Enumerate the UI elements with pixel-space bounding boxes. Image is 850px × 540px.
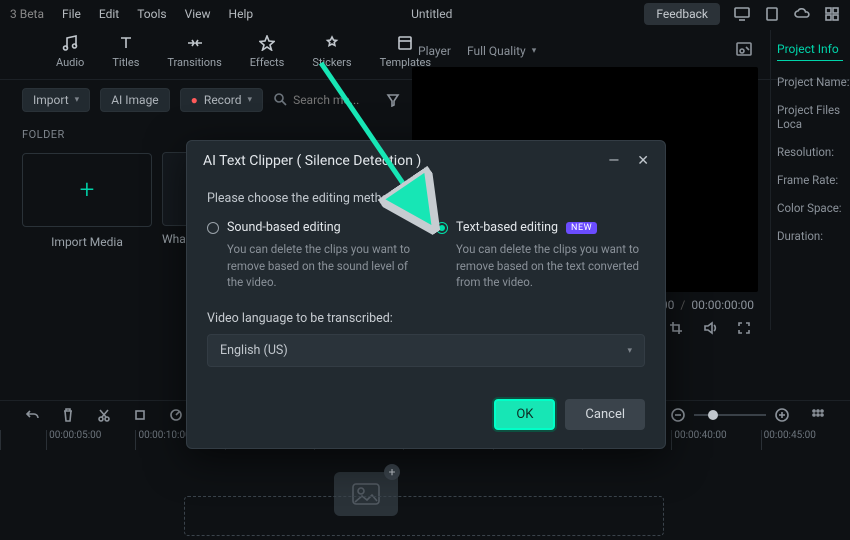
field-label: Project Files Loca [777, 103, 850, 131]
monitor-icon[interactable] [734, 6, 750, 22]
option-title: Text-based editing [456, 220, 558, 235]
plus-icon: + [80, 175, 95, 205]
chevron-down-icon: ▾ [532, 46, 537, 56]
dialog-prompt: Please choose the editing method: [207, 191, 645, 206]
feedback-button[interactable]: Feedback [644, 3, 720, 25]
field-label: Color Space: [777, 201, 850, 215]
menu-view[interactable]: View [185, 7, 211, 21]
record-dropdown[interactable]: ●Record▾ [180, 88, 263, 112]
search-icon [273, 92, 287, 109]
chevron-down-icon: ▾ [248, 95, 253, 105]
app-menubar: 3 Beta File Edit Tools View Help Untitle… [0, 0, 850, 28]
cloud-icon[interactable] [794, 6, 810, 22]
tooltab-stickers[interactable]: Stickers [312, 34, 351, 69]
import-media-card[interactable]: + Import Media [22, 152, 152, 250]
option-title: Sound-based editing [227, 220, 341, 235]
quality-dropdown[interactable]: Full Quality▾ [467, 44, 536, 58]
menu-file[interactable]: File [62, 7, 81, 21]
filter-icon[interactable] [383, 90, 403, 110]
crop-icon[interactable] [666, 318, 686, 338]
radio-unselected-icon[interactable] [207, 222, 219, 234]
folder-heading: FOLDER [22, 128, 65, 141]
speed-icon[interactable] [166, 405, 186, 425]
field-label: Resolution: [777, 145, 850, 159]
ok-button[interactable]: OK [494, 399, 555, 430]
volume-icon[interactable] [700, 318, 720, 338]
import-media-label: Import Media [51, 235, 123, 249]
new-badge: NEW [566, 222, 597, 234]
zoom-slider[interactable] [694, 414, 766, 416]
device-icon[interactable] [764, 6, 780, 22]
tooltab-audio[interactable]: Audio [56, 34, 84, 69]
minimize-icon[interactable]: — [608, 153, 619, 169]
tooltab-label: Transitions [167, 56, 221, 69]
transition-icon [185, 34, 205, 52]
option-sound-based[interactable]: Sound-based editing You can delete the c… [207, 220, 416, 291]
tooltab-effects[interactable]: Effects [250, 34, 285, 69]
track-options-icon[interactable] [808, 405, 828, 425]
project-title: Untitled [411, 7, 452, 21]
timeline-zoom[interactable] [668, 405, 792, 425]
search-input[interactable] [293, 93, 373, 107]
language-label: Video language to be transcribed: [207, 311, 645, 326]
dialog-title: AI Text Clipper ( Silence Detection ) [203, 153, 421, 169]
ruler-tick: 00:00:40:00 [671, 430, 760, 450]
chevron-down-icon: ▾ [75, 95, 80, 105]
inspector-tab-project-info[interactable]: Project Info [777, 38, 843, 61]
zoom-in-icon[interactable] [772, 405, 792, 425]
tooltab-titles[interactable]: Titles [112, 34, 139, 69]
ai-text-clipper-dialog: AI Text Clipper ( Silence Detection ) — … [186, 140, 666, 449]
inspector-panel: Project Info Project Name: Project Files… [770, 30, 850, 330]
add-clip-icon[interactable]: + [384, 464, 400, 480]
language-select[interactable]: English (US) ▾ [207, 334, 645, 367]
chevron-down-icon: ▾ [627, 346, 632, 356]
crop-tool-icon[interactable] [130, 405, 150, 425]
timeline-drop-zone[interactable] [184, 496, 664, 536]
fx-icon [257, 34, 277, 52]
ai-image-button[interactable]: AI Image [100, 88, 169, 112]
undo-icon[interactable] [22, 405, 42, 425]
grid-icon[interactable] [824, 6, 840, 22]
language-value: English (US) [220, 343, 288, 358]
menu-tools[interactable]: Tools [137, 7, 166, 21]
import-dropdown[interactable]: Import▾ [22, 88, 90, 112]
ruler-tick: 00:00:45:00 [761, 430, 850, 450]
sticker-icon [322, 34, 342, 52]
tooltab-label: Effects [250, 56, 285, 69]
option-description: You can delete the clips you want to rem… [456, 241, 645, 291]
option-text-based[interactable]: Text-based editing NEW You can delete th… [436, 220, 645, 291]
tooltab-transitions[interactable]: Transitions [167, 34, 221, 69]
menu-help[interactable]: Help [229, 7, 254, 21]
zoom-out-icon[interactable] [668, 405, 688, 425]
player-label: Player [418, 44, 451, 58]
menu-edit[interactable]: Edit [99, 7, 119, 21]
cancel-button[interactable]: Cancel [565, 399, 645, 430]
text-icon [116, 34, 136, 52]
field-label: Project Name: [777, 75, 850, 89]
timeline-tracks[interactable]: + [0, 456, 850, 540]
ruler-tick: 00:00:05:00 [46, 430, 135, 450]
field-label: Frame Rate: [777, 173, 850, 187]
close-icon[interactable]: ✕ [637, 153, 649, 169]
media-thumb-label: Wha [162, 232, 186, 246]
radio-selected-icon[interactable] [436, 222, 448, 234]
snapshot-icon[interactable] [736, 42, 752, 59]
music-icon [60, 34, 80, 52]
tooltab-label: Stickers [312, 56, 351, 69]
field-label: Duration: [777, 229, 850, 243]
version-label: 3 Beta [10, 7, 44, 21]
search-field[interactable] [273, 92, 373, 109]
tooltab-label: Audio [56, 56, 84, 69]
tooltab-label: Titles [112, 56, 139, 69]
option-description: You can delete the clips you want to rem… [227, 241, 416, 291]
delete-icon[interactable] [58, 405, 78, 425]
fullscreen-icon[interactable] [734, 318, 754, 338]
cut-icon[interactable] [94, 405, 114, 425]
